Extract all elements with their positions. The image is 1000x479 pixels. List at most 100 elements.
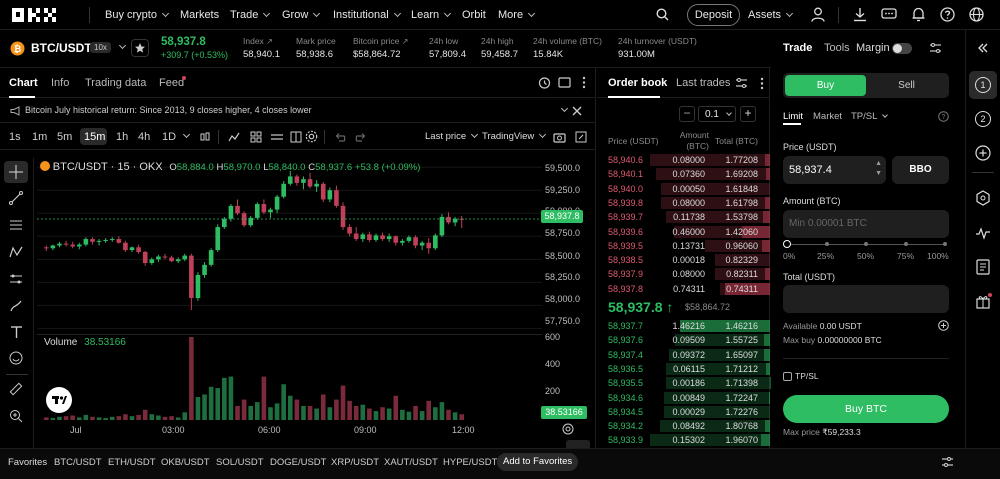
add-to-favorites-button[interactable]: Add to Favorites <box>497 453 579 471</box>
search-icon[interactable] <box>656 8 669 21</box>
order-type-tpsl[interactable]: TP/SL <box>851 111 889 122</box>
deposit-button[interactable]: Deposit <box>687 4 740 26</box>
globe-icon[interactable] <box>969 7 984 22</box>
ruler-tool-icon[interactable] <box>9 382 23 396</box>
okx-logo[interactable] <box>12 8 72 22</box>
more-vertical-icon[interactable] <box>582 76 586 89</box>
nav-markets[interactable]: Markets <box>180 9 219 21</box>
precision-select[interactable]: 0.1 <box>698 106 736 122</box>
ask-row[interactable]: 58,939.6 0.46000 1.42060 <box>597 225 770 239</box>
tab-feed[interactable]: Feed <box>159 77 184 89</box>
emoji-tool-icon[interactable] <box>9 351 23 365</box>
ask-row[interactable]: 58,940.1 0.07360 1.69208 <box>597 167 770 181</box>
favorite-okb-usdt[interactable]: OKB/USDT <box>161 457 210 468</box>
nav-more[interactable]: More <box>498 9 536 21</box>
more-vertical-icon[interactable] <box>760 77 764 90</box>
chevron-down-icon[interactable] <box>182 130 191 139</box>
nav-trade[interactable]: Trade <box>230 9 271 21</box>
ask-row[interactable]: 58,937.9 0.08000 0.82311 <box>597 267 770 281</box>
nav-institutional[interactable]: Institutional <box>333 9 401 21</box>
bid-row[interactable]: 58,937.7 1.46216 1.46216 <box>597 319 770 333</box>
timeframe-1s[interactable]: 1s <box>9 131 21 143</box>
bell-icon[interactable] <box>912 7 925 22</box>
bid-row[interactable]: 58,934.6 0.00849 1.72247 <box>597 391 770 405</box>
bbo-button[interactable]: BBO <box>892 156 949 184</box>
ask-row[interactable]: 58,939.5 0.13731 0.96060 <box>597 239 770 253</box>
add-circle-icon[interactable] <box>975 145 991 161</box>
fib-tool-icon[interactable] <box>9 218 23 232</box>
ask-row[interactable]: 58,940.0 0.00050 1.61848 <box>597 182 770 196</box>
templates-icon[interactable] <box>250 131 262 143</box>
price-chart-area[interactable] <box>37 158 542 333</box>
bid-row[interactable]: 58,937.6 0.09509 1.55725 <box>597 333 770 347</box>
chevron-down-icon[interactable] <box>560 104 569 113</box>
ask-row[interactable]: 58,938.5 0.00018 0.82329 <box>597 253 770 267</box>
download-icon[interactable] <box>853 7 867 22</box>
order-type-market[interactable]: Market <box>813 111 842 122</box>
document-icon[interactable] <box>976 259 990 275</box>
fullscreen-icon[interactable] <box>575 131 587 143</box>
nav-buy-crypto[interactable]: Buy crypto <box>105 9 170 21</box>
ask-row[interactable]: 58,939.8 0.08000 1.61798 <box>597 196 770 210</box>
text-tool-icon[interactable] <box>10 325 23 339</box>
bid-row[interactable]: 58,934.2 0.08492 1.80768 <box>597 419 770 433</box>
tab-info[interactable]: Info <box>51 77 69 89</box>
alert-clock-icon[interactable] <box>538 76 551 89</box>
candle-type-icon[interactable] <box>199 131 211 143</box>
tab-last-trades[interactable]: Last trades <box>676 77 730 89</box>
brush-tool-icon[interactable] <box>9 299 23 313</box>
sell-tab-button[interactable]: Sell <box>866 75 947 96</box>
chat-icon[interactable] <box>881 8 897 21</box>
pulse-icon[interactable] <box>975 226 991 240</box>
time-settings-icon[interactable] <box>562 423 574 435</box>
timeframe-1h[interactable]: 1h <box>116 131 128 143</box>
bid-row[interactable]: 58,934.5 0.00029 1.72276 <box>597 405 770 419</box>
collapse-icon[interactable] <box>977 42 989 54</box>
external-link-icon[interactable]: ↗ <box>266 37 273 46</box>
nav-grow[interactable]: Grow <box>282 9 321 21</box>
measure-tool-icon[interactable] <box>9 272 23 286</box>
info-icon[interactable]: ? <box>938 111 949 122</box>
layout-icon[interactable] <box>558 77 571 88</box>
indicators-icon[interactable] <box>228 131 240 143</box>
user-icon[interactable] <box>811 7 825 22</box>
grid-layout-icon[interactable] <box>290 131 302 143</box>
tab-order-book[interactable]: Order book <box>608 77 667 89</box>
decrease-precision-button[interactable]: − <box>679 106 695 122</box>
crosshair-tool[interactable] <box>4 161 28 183</box>
timeframe-4h[interactable]: 4h <box>138 131 150 143</box>
tradingview-select[interactable]: TradingView <box>482 130 547 142</box>
timeframe-1m[interactable]: 1m <box>32 131 47 143</box>
favorite-doge-usdt[interactable]: DOGE/USDT <box>270 457 326 468</box>
tab-trade[interactable]: Trade <box>783 42 812 54</box>
bid-row[interactable]: 58,936.5 0.06115 1.71212 <box>597 362 770 376</box>
increase-precision-button[interactable]: + <box>740 106 756 122</box>
trendline-tool-icon[interactable] <box>9 191 23 205</box>
settings-sliders-icon[interactable] <box>941 456 954 468</box>
favorite-xrp-usdt[interactable]: XRP/USDT <box>331 457 379 468</box>
favorite-btc-usdt[interactable]: BTC/USDT <box>54 457 102 468</box>
nav-orbit[interactable]: Orbit <box>462 9 486 21</box>
tab-chart[interactable]: Chart <box>9 77 38 89</box>
bid-row[interactable]: 58,937.4 0.09372 1.65097 <box>597 348 770 362</box>
total-input[interactable] <box>783 285 949 313</box>
amount-input[interactable]: Min 0.00001 BTC <box>783 210 949 238</box>
favorite-star-button[interactable] <box>131 39 149 57</box>
tab-tools[interactable]: Tools <box>824 42 850 54</box>
rail-item-1[interactable]: 1 <box>969 71 997 99</box>
add-funds-icon[interactable] <box>938 320 949 331</box>
buy-tab-button[interactable]: Buy <box>785 75 866 96</box>
hexagon-icon[interactable] <box>975 190 991 206</box>
favorite-hype-usdt[interactable]: HYPE/USDT <box>443 457 497 468</box>
favorite-xaut-usdt[interactable]: XAUT/USDT <box>384 457 438 468</box>
compare-icon[interactable] <box>270 131 284 143</box>
nav-learn[interactable]: Learn <box>411 9 452 21</box>
zoom-in-icon[interactable] <box>9 409 23 423</box>
external-link-icon[interactable]: ↗ <box>402 37 409 46</box>
timeframe-5m[interactable]: 5m <box>57 131 72 143</box>
ask-row[interactable]: 58,939.7 0.11738 1.53798 <box>597 210 770 224</box>
price-input[interactable]: 58,937.4 ▲ ▼ <box>783 156 886 184</box>
settings-gear-icon[interactable] <box>305 130 318 143</box>
order-type-limit[interactable]: Limit <box>783 111 803 122</box>
pair-name[interactable]: BTC/USDT <box>31 41 92 55</box>
